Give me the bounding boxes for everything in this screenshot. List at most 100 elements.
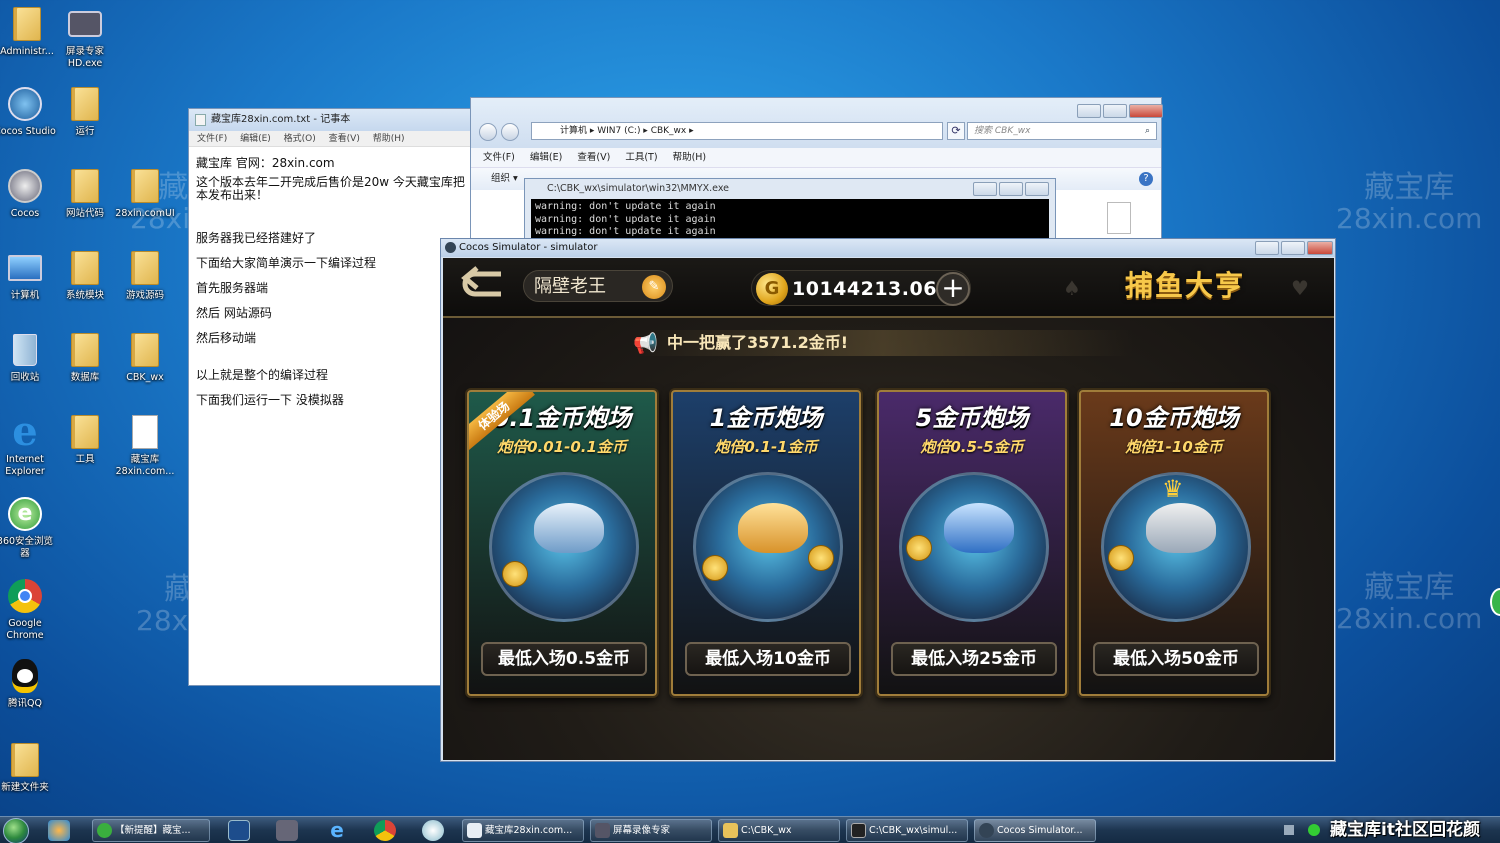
- room-card-5[interactable]: 5金币炮场 炮倍0.5-5金币 最低入场25金币: [877, 390, 1067, 696]
- back-button[interactable]: [455, 266, 515, 306]
- desktop-icon-database[interactable]: 数据库: [54, 330, 116, 384]
- desktop-icon-cocos[interactable]: Cocos: [0, 166, 56, 220]
- ie-icon[interactable]: e: [326, 820, 348, 841]
- notepad-menu-help[interactable]: 帮助(H): [373, 134, 405, 144]
- desktop-icon-tools[interactable]: 工具: [54, 412, 116, 466]
- desktop-icon-system-module[interactable]: 系统模块: [54, 248, 116, 302]
- notepad-window[interactable]: 藏宝库28xin.com.txt - 记事本 文件(F) 编辑(E) 格式(O)…: [188, 108, 478, 686]
- notepad-text-area[interactable]: 藏宝库 官网：28xin.com 这个版本去年二开完成后售价是20w 今天藏宝库…: [189, 147, 477, 417]
- room-card-10[interactable]: 10金币炮场 炮倍1-10金币 ♛ 最低入场50金币: [1079, 390, 1269, 696]
- simulator-window[interactable]: Cocos Simulator - simulator 隔壁老王 ✎ G 101…: [440, 238, 1336, 762]
- desktop-icon-screen-recorder[interactable]: 屏录专家HD.exe: [54, 4, 116, 70]
- folder-icon: [723, 823, 738, 838]
- network-app-icon[interactable]: [422, 820, 444, 841]
- console-line: warning: don't update it again: [535, 213, 716, 225]
- minimize-button[interactable]: [1077, 104, 1101, 118]
- close-button[interactable]: [1129, 104, 1163, 118]
- address-bar[interactable]: 计算机 ▸ WIN7 (C:) ▸ CBK_wx ▸: [531, 122, 943, 140]
- desktop-icon-28xin-ui[interactable]: 28xin.comUI: [114, 166, 176, 220]
- help-icon[interactable]: ?: [1139, 172, 1153, 186]
- desktop-icon-run[interactable]: 运行: [54, 84, 116, 138]
- tray-arrow-icon[interactable]: [1284, 825, 1294, 835]
- maximize-button[interactable]: [1281, 241, 1305, 255]
- text-line: 这个版本去年二开完成后售价是20w 今天藏宝库把: [196, 176, 465, 189]
- explorer-menu-edit[interactable]: 编辑(E): [530, 152, 562, 163]
- notepad-menu-file[interactable]: 文件(F): [197, 134, 227, 144]
- close-button[interactable]: [1025, 182, 1049, 196]
- desktop-icon-administrator[interactable]: Administr...: [0, 4, 58, 58]
- desktop-icon-computer[interactable]: 计算机: [0, 248, 56, 302]
- room-name: 5金币炮场: [915, 404, 1029, 432]
- back-arrow-icon[interactable]: [479, 123, 497, 141]
- explorer-menu-help[interactable]: 帮助(H): [673, 152, 707, 163]
- recorder-icon[interactable]: [276, 820, 298, 841]
- golden-fish-icon: [738, 503, 808, 553]
- player-name: 隔壁老王: [534, 276, 606, 297]
- room-card-1[interactable]: 1金币炮场 炮倍0.1-1金币 最低入场10金币: [671, 390, 861, 696]
- edit-pencil-icon[interactable]: ✎: [642, 275, 666, 299]
- desktop-icon-internet-explorer[interactable]: e Internet Explorer: [0, 412, 56, 478]
- desktop-icon-website-code[interactable]: 网站代码: [54, 166, 116, 220]
- coin-balance: G 10144213.06 +: [751, 270, 971, 306]
- heart-icon: ♥: [1291, 276, 1309, 300]
- desktop-icon-google-chrome[interactable]: Google Chrome: [0, 576, 56, 642]
- qq-penguin-icon: [12, 659, 38, 693]
- taskbar-item-notepad[interactable]: 藏宝库28xin.com...: [462, 819, 584, 842]
- tray-app-icon[interactable]: [1308, 824, 1320, 836]
- desktop-icon-recycle-bin[interactable]: 回收站: [0, 330, 56, 384]
- taskbar-item-explorer[interactable]: C:\CBK_wx: [718, 819, 840, 842]
- notepad-menu-bar: 文件(F) 编辑(E) 格式(O) 查看(V) 帮助(H): [189, 131, 477, 147]
- minimize-button[interactable]: [973, 182, 997, 196]
- refresh-icon[interactable]: ⟳: [947, 122, 965, 140]
- explorer-title-bar[interactable]: 计算机 ▸ WIN7 (C:) ▸ CBK_wx ▸ ⟳ 搜索 CBK_wx ⌕: [471, 98, 1163, 148]
- desktop-icon-cbk-wx[interactable]: CBK_wx: [114, 330, 176, 384]
- user-folder-icon: [13, 7, 41, 41]
- room-range: 炮倍0.1-1金币: [714, 438, 818, 456]
- pinned-app-icon[interactable]: [48, 820, 70, 841]
- maximize-button[interactable]: [1103, 104, 1127, 118]
- desktop-monitor-icon[interactable]: [228, 820, 250, 841]
- add-coins-button[interactable]: +: [936, 272, 970, 306]
- notepad-menu-view[interactable]: 查看(V): [329, 134, 360, 144]
- simulator-title-bar[interactable]: Cocos Simulator - simulator: [441, 239, 1335, 257]
- start-button[interactable]: [3, 818, 29, 843]
- text-line: 服务器我已经搭建好了: [196, 231, 317, 245]
- forward-arrow-icon[interactable]: [501, 123, 519, 141]
- shark-icon: [534, 503, 604, 553]
- console-window[interactable]: C:\CBK_wx\simulator\win32\MMYX.exe warni…: [524, 178, 1056, 242]
- search-input[interactable]: 搜索 CBK_wx ⌕: [967, 122, 1157, 140]
- browser-360-icon: e: [8, 497, 42, 531]
- notepad-menu-edit[interactable]: 编辑(E): [240, 134, 271, 144]
- taskbar-item-console[interactable]: C:\CBK_wx\simul...: [846, 819, 968, 842]
- game-canvas[interactable]: 隔壁老王 ✎ G 10144213.06 + ♠ ♥ 捕鱼大亨 📢 中一把赢了3…: [443, 258, 1334, 760]
- explorer-menu-tools[interactable]: 工具(T): [625, 152, 657, 163]
- taskbar-item-360-browser[interactable]: 【新提醒】藏宝...: [92, 819, 210, 842]
- organize-button[interactable]: 组织 ▾: [491, 173, 518, 184]
- file-icon[interactable]: [1107, 202, 1131, 234]
- console-title-bar[interactable]: C:\CBK_wx\simulator\win32\MMYX.exe: [525, 179, 1055, 199]
- floating-widget-icon[interactable]: [1490, 588, 1500, 616]
- close-button[interactable]: [1307, 241, 1333, 255]
- coin-icon: [808, 545, 834, 571]
- desktop-icon-360-browser[interactable]: e 360安全浏览器: [0, 494, 56, 560]
- desktop-icon-game-source[interactable]: 游戏源码: [114, 248, 176, 302]
- taskbar-item-screen-recorder[interactable]: 屏幕录像专家: [590, 819, 712, 842]
- desktop-icon-qq[interactable]: 腾讯QQ: [0, 656, 56, 710]
- chrome-icon[interactable]: [374, 820, 396, 841]
- maximize-button[interactable]: [999, 182, 1023, 196]
- taskbar-item-cocos-simulator[interactable]: Cocos Simulator...: [974, 819, 1096, 842]
- explorer-menu-file[interactable]: 文件(F): [483, 152, 515, 163]
- room-card-0-1[interactable]: 0.1金币炮场 炮倍0.01-0.1金币 体验场 最低入场0.5金币: [467, 390, 657, 696]
- desktop-icon-cocos-studio[interactable]: Cocos Studio: [0, 84, 56, 138]
- notepad-menu-format[interactable]: 格式(O): [284, 134, 316, 144]
- folder-icon: [131, 251, 159, 285]
- folder-icon: [71, 333, 99, 367]
- coin-icon: [502, 561, 528, 587]
- text-line: 首先服务器端: [196, 281, 269, 295]
- shark-icon: [944, 503, 1014, 553]
- minimize-button[interactable]: [1255, 241, 1279, 255]
- explorer-menu-view[interactable]: 查看(V): [577, 152, 610, 163]
- desktop-icon-new-folder[interactable]: 新建文件夹: [0, 740, 56, 794]
- desktop-icon-28xin-txt[interactable]: 藏宝库28xin.com...: [114, 412, 176, 478]
- notepad-title-bar[interactable]: 藏宝库28xin.com.txt - 记事本: [189, 109, 477, 131]
